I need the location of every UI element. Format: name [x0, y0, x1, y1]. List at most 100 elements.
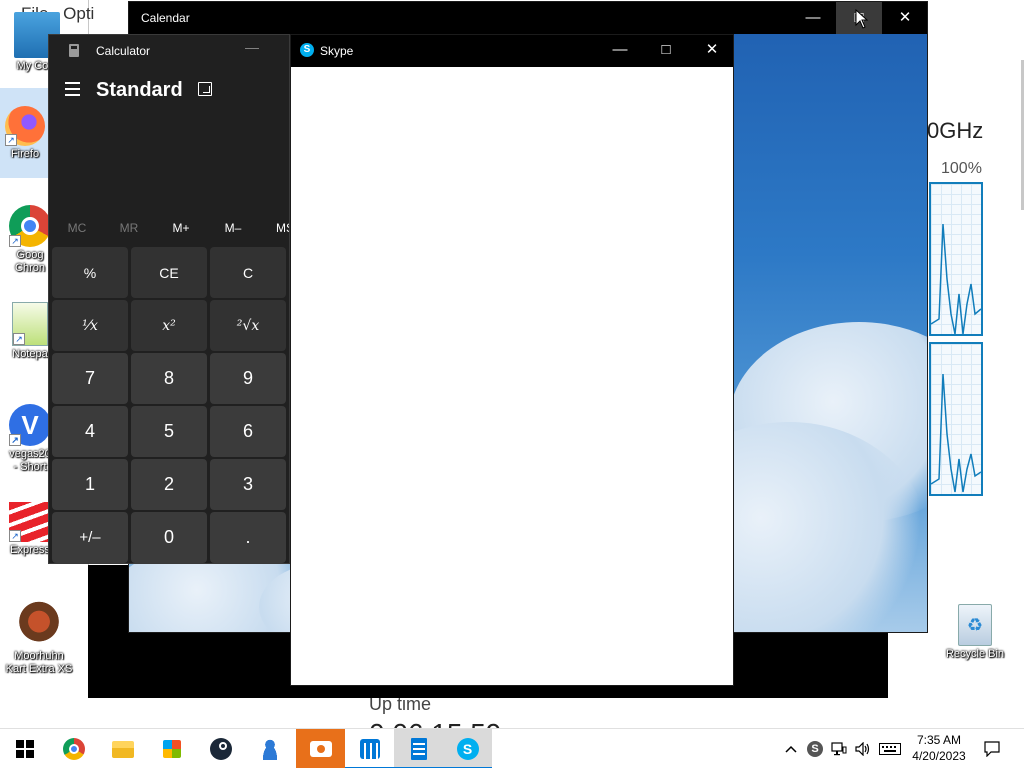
start-button[interactable] [0, 729, 49, 768]
digit-7-key[interactable]: 7 [52, 353, 128, 404]
vegas-icon: V ↗ [9, 404, 51, 446]
clear-entry-key[interactable]: CE [131, 247, 207, 298]
digit-6-key[interactable]: 6 [210, 406, 286, 457]
skype-maximize-button[interactable]: □ [643, 35, 689, 67]
tray-keyboard[interactable] [876, 729, 904, 768]
express-icon: ↗ [9, 502, 51, 542]
calendar-minimize-button[interactable]: — [790, 2, 836, 34]
shortcut-arrow-icon: ↗ [13, 333, 25, 345]
calendar-icon [359, 739, 380, 759]
skype-content-area [291, 67, 733, 685]
calculator-mode-title: Standard [96, 79, 183, 101]
tray-network[interactable] [828, 729, 850, 768]
digit-4-key[interactable]: 4 [52, 406, 128, 457]
recycle-bin-icon: ♻ [958, 604, 992, 646]
store-icon [162, 740, 181, 758]
skype-minimize-button[interactable]: — [597, 35, 643, 67]
calculator-title: Calculator [96, 44, 151, 58]
shortcut-arrow-icon: ↗ [9, 235, 21, 247]
memory-add-button[interactable]: M+ [155, 221, 207, 235]
skype-titlebar[interactable]: S Skype — □ ✕ [291, 35, 733, 67]
shortcut-arrow-icon: ↗ [9, 530, 21, 542]
skype-title: Skype [320, 44, 354, 58]
graph-max-label: 100% [941, 160, 982, 177]
skype-icon: S [456, 738, 479, 760]
firefox-icon: ↗ [5, 106, 45, 146]
mouse-cursor-icon [855, 9, 869, 29]
memory-subtract-button[interactable]: M– [207, 221, 259, 235]
keep-on-top-icon[interactable] [198, 82, 212, 96]
hamburger-menu-icon[interactable] [65, 82, 81, 96]
square-key-label: x² [162, 317, 176, 334]
digit-1-key[interactable]: 1 [52, 459, 128, 510]
decimal-key[interactable]: . [210, 512, 286, 563]
keyboard-icon [879, 743, 901, 755]
tray-volume[interactable] [852, 729, 874, 768]
calculator-icon [410, 738, 427, 760]
action-center-button[interactable] [978, 729, 1006, 768]
square-key[interactable]: x² [131, 300, 207, 351]
calendar-titlebar[interactable]: Calendar — □ ✕ [129, 2, 927, 34]
uptime-value: 0:06:15:59 [369, 718, 501, 728]
memory-recall-button[interactable]: MR [103, 221, 155, 235]
digit-0-key[interactable]: 0 [131, 512, 207, 563]
calendar-title: Calendar [141, 11, 190, 25]
desktop-icon-moorhuhn[interactable]: Moorhuhn Kart Extra XS [2, 600, 76, 676]
chrome-icon: ↗ [9, 205, 51, 247]
taskbar-calculator[interactable] [394, 729, 443, 768]
clear-key[interactable]: C [210, 247, 286, 298]
taskbar-chrome[interactable] [49, 729, 98, 768]
percent-key[interactable]: % [52, 247, 128, 298]
camera-icon [309, 741, 332, 757]
taskbar-file-explorer[interactable] [98, 729, 147, 768]
calculator-window: Calculator — Standard MC MR M+ M– MS % C… [48, 34, 290, 564]
taskbar-clock[interactable]: 7:35 AM 4/20/2023 [905, 732, 973, 764]
square-root-key[interactable]: ²√x [210, 300, 286, 351]
reciprocal-key[interactable]: ¹⁄x [52, 300, 128, 351]
cpu-graph-line-2 [930, 373, 982, 493]
digit-8-key[interactable]: 8 [131, 353, 207, 404]
calculator-titlebar[interactable]: Calculator — [49, 35, 289, 67]
chrome-icon [62, 738, 85, 760]
digit-2-key[interactable]: 2 [131, 459, 207, 510]
skype-close-button[interactable]: ✕ [689, 35, 735, 67]
memory-row: MC MR M+ M– MS [49, 221, 289, 237]
digit-5-key[interactable]: 5 [131, 406, 207, 457]
chevron-up-icon [785, 745, 797, 753]
cpu-graph-line-1 [930, 223, 982, 335]
calculator-minimize-button[interactable]: — [245, 39, 259, 55]
moorhuhn-icon [15, 600, 63, 648]
taskbar-steam[interactable] [196, 729, 245, 768]
taskbar-calendar[interactable] [345, 729, 394, 768]
taskbar: S S 7:35 AM 4/20/2023 [0, 728, 1024, 768]
reciprocal-key-label: ¹⁄x [82, 317, 98, 334]
cpu-graph-2 [929, 342, 983, 496]
cpu-speed-label: 0GHz [927, 118, 984, 143]
digit-3-key[interactable]: 3 [210, 459, 286, 510]
digit-9-key[interactable]: 9 [210, 353, 286, 404]
skype-window: S Skype — □ ✕ [290, 34, 734, 686]
skype-tray-icon: S [807, 741, 823, 757]
tray-overflow-chevron[interactable] [780, 729, 802, 768]
taskbar-camera[interactable] [296, 729, 345, 768]
cpu-graph-1 [929, 182, 983, 336]
shortcut-arrow-icon: ↗ [5, 134, 17, 146]
steam-icon [209, 738, 232, 760]
desktop-icon-label: Recycle Bin [945, 648, 1005, 660]
network-icon [831, 742, 847, 756]
desktop-icon-firefox[interactable]: ↗ Firefo [0, 88, 50, 178]
tray-skype[interactable]: S [804, 729, 826, 768]
negate-key[interactable]: +/– [52, 512, 128, 563]
memory-clear-button[interactable]: MC [51, 221, 103, 235]
people-icon [258, 738, 281, 760]
taskbar-store[interactable] [147, 729, 196, 768]
folder-icon [111, 740, 134, 758]
calendar-close-button[interactable]: ✕ [882, 2, 927, 34]
taskbar-skype[interactable]: S [443, 729, 492, 768]
desktop-icon-label: Firefo [10, 148, 40, 160]
taskbar-people[interactable] [245, 729, 294, 768]
memory-store-button[interactable]: MS [259, 221, 289, 235]
desktop-icon-recycle-bin[interactable]: ♻ Recycle Bin [938, 604, 1012, 661]
desktop-icon-label: Moorhuhn Kart Extra XS [5, 650, 73, 675]
calculator-app-icon [69, 44, 79, 57]
